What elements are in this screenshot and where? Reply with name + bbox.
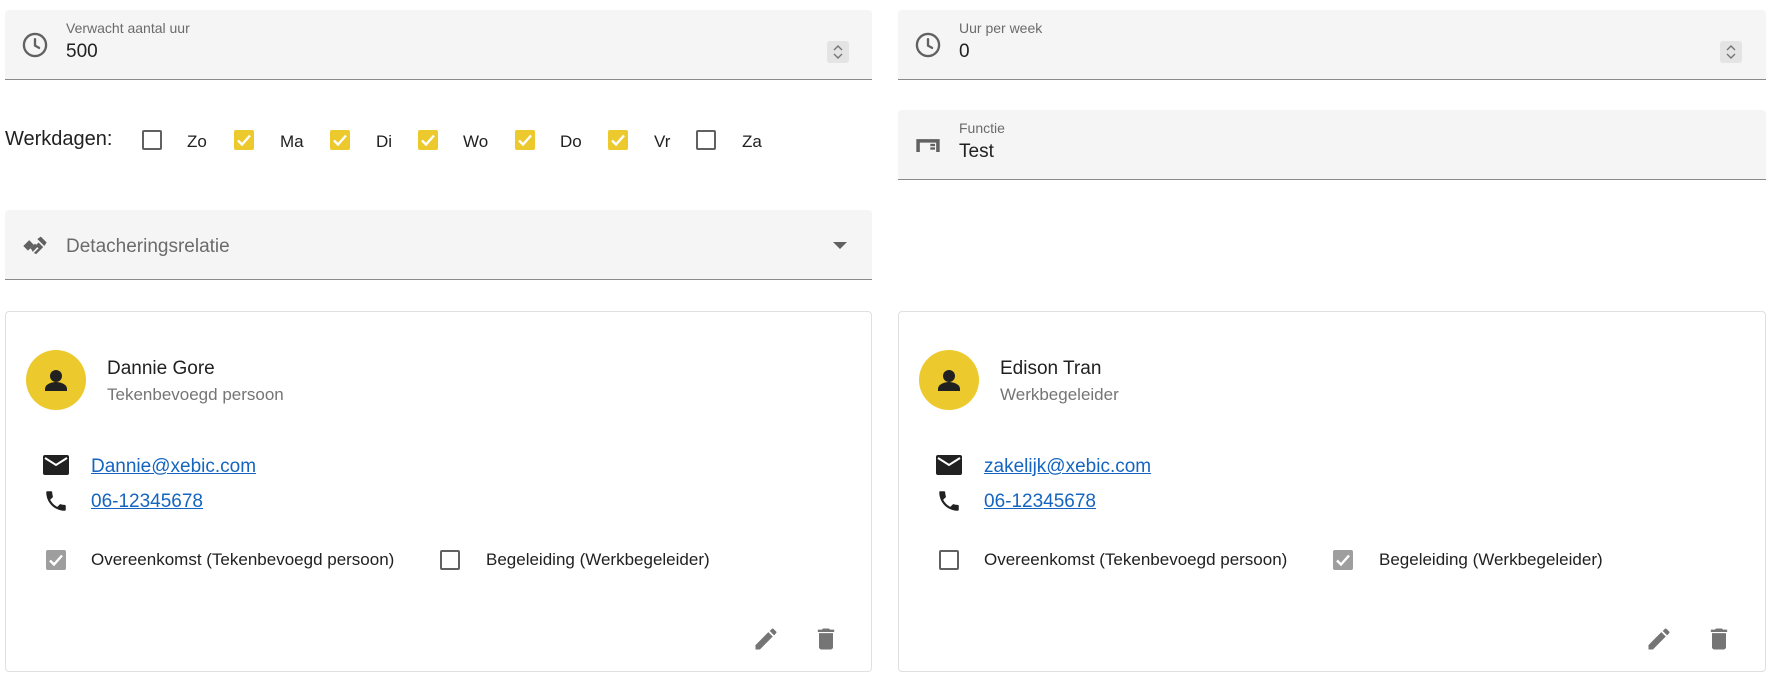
avatar	[26, 350, 86, 410]
checkmark-icon	[421, 134, 435, 147]
contact-card: Edison Tran Werkbegeleider zakelijk@xebi…	[898, 311, 1766, 672]
edit-icon[interactable]	[1645, 625, 1673, 653]
delete-icon[interactable]	[1705, 625, 1733, 653]
checkbox-zo[interactable]	[142, 130, 162, 150]
contact-name: Dannie Gore	[107, 358, 215, 379]
person-icon	[938, 370, 960, 391]
email-icon	[936, 455, 962, 475]
contact-name: Edison Tran	[1000, 358, 1102, 379]
desk-icon	[916, 139, 940, 152]
detacheringsrelatie-select[interactable]: Detacheringsrelatie	[5, 210, 872, 280]
dropdown-arrow-icon[interactable]	[833, 242, 847, 249]
overeenkomst-checkbox[interactable]	[46, 550, 66, 570]
checkmark-icon	[611, 134, 625, 147]
overeenkomst-label: Overeenkomst (Tekenbevoegd persoon)	[91, 550, 395, 569]
checkbox-za[interactable]	[696, 130, 716, 150]
clock-icon	[915, 32, 941, 58]
day-label-vr: Vr	[654, 132, 671, 151]
avatar	[919, 350, 979, 410]
begeleiding-checkbox[interactable]	[1333, 550, 1353, 570]
day-label-ma: Ma	[280, 132, 304, 151]
uur-per-week-field[interactable]: Uur per week	[898, 10, 1766, 80]
handshake-icon	[23, 236, 47, 255]
verwacht-aantal-uur-label: Verwacht aantal uur	[66, 20, 190, 36]
begeleiding-checkbox[interactable]	[440, 550, 460, 570]
checkbox-vr[interactable]	[608, 130, 628, 150]
contact-role: Werkbegeleider	[1000, 385, 1119, 404]
overeenkomst-label: Overeenkomst (Tekenbevoegd persoon)	[984, 550, 1288, 569]
functie-field[interactable]: Functie	[898, 110, 1766, 180]
number-spinner[interactable]	[827, 41, 849, 63]
contact-role: Tekenbevoegd persoon	[107, 385, 284, 404]
overeenkomst-checkbox[interactable]	[939, 550, 959, 570]
verwacht-aantal-uur-input[interactable]	[66, 41, 366, 63]
clock-icon	[22, 32, 48, 58]
detacheringsrelatie-placeholder: Detacheringsrelatie	[66, 236, 230, 257]
day-label-za: Za	[742, 132, 762, 151]
day-label-zo: Zo	[187, 132, 207, 151]
checkmark-icon	[518, 134, 532, 147]
werkdagen-label: Werkdagen:	[5, 128, 113, 150]
spinner-arrows-icon	[833, 45, 843, 59]
uur-per-week-label: Uur per week	[959, 20, 1043, 36]
email-link[interactable]: Dannie@xebic.com	[91, 456, 256, 478]
checkmark-icon	[237, 134, 251, 147]
checkbox-do[interactable]	[515, 130, 535, 150]
checkbox-ma[interactable]	[234, 130, 254, 150]
functie-input[interactable]	[959, 141, 1259, 163]
edit-icon[interactable]	[752, 625, 780, 653]
day-label-di: Di	[376, 132, 393, 151]
phone-link[interactable]: 06-12345678	[984, 491, 1096, 513]
contact-card: Dannie Gore Tekenbevoegd persoon Dannie@…	[5, 311, 872, 672]
functie-label: Functie	[959, 120, 1005, 136]
phone-icon	[46, 491, 66, 511]
phone-icon	[939, 491, 959, 511]
checkbox-wo[interactable]	[418, 130, 438, 150]
day-label-wo: Wo	[463, 132, 489, 151]
verwacht-aantal-uur-field[interactable]: Verwacht aantal uur	[5, 10, 872, 80]
number-spinner[interactable]	[1720, 41, 1742, 63]
email-link[interactable]: zakelijk@xebic.com	[984, 456, 1151, 478]
checkmark-icon	[1336, 554, 1350, 567]
checkmark-icon	[333, 134, 347, 147]
checkmark-icon	[49, 554, 63, 567]
begeleiding-label: Begeleiding (Werkbegeleider)	[1379, 550, 1603, 569]
begeleiding-label: Begeleiding (Werkbegeleider)	[486, 550, 710, 569]
day-label-do: Do	[560, 132, 582, 151]
spinner-arrows-icon	[1726, 45, 1736, 59]
delete-icon[interactable]	[812, 625, 840, 653]
phone-link[interactable]: 06-12345678	[91, 491, 203, 513]
person-icon	[45, 370, 67, 391]
email-icon	[43, 455, 69, 475]
checkbox-di[interactable]	[330, 130, 350, 150]
uur-per-week-input[interactable]	[959, 41, 1259, 63]
